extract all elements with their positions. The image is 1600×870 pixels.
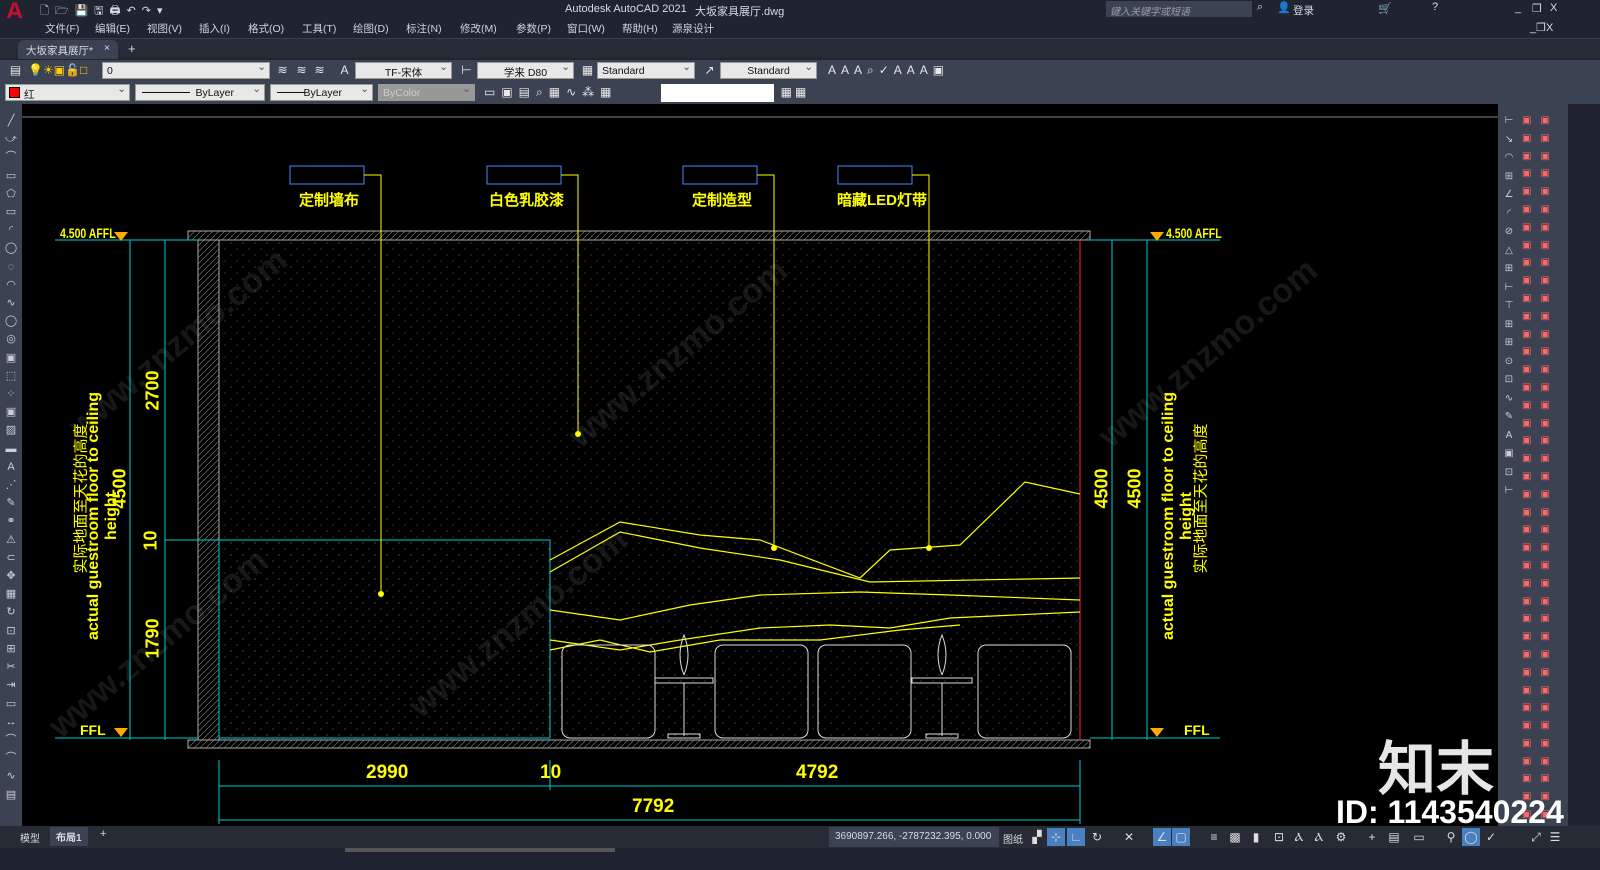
fullscreen-icon[interactable]: ⤢: [1527, 828, 1545, 846]
plus-icon[interactable]: +: [1363, 828, 1381, 846]
horizontal-scrollbar[interactable]: [345, 848, 615, 852]
quick-properties-icon[interactable]: ▤: [1385, 828, 1403, 846]
annotation-monitor-icon[interactable]: ⊡: [1270, 828, 1288, 846]
lineweight-icon[interactable]: ≡: [1205, 828, 1223, 846]
isodraft-icon[interactable]: ✕: [1120, 828, 1138, 846]
coordinates-readout: 3690897.266, -2787232.395, 0.000: [829, 827, 999, 847]
left-wall: [197, 239, 220, 741]
lock-ui-icon[interactable]: ▭: [1410, 828, 1428, 846]
tab-model[interactable]: 模型: [14, 829, 46, 846]
selection-cycling-icon[interactable]: ▮: [1247, 828, 1265, 846]
snap-icon[interactable]: ⊹: [1047, 828, 1065, 846]
isolate-icon[interactable]: ⚲: [1442, 828, 1460, 846]
annotation-visibility-icon[interactable]: Ⲁ: [1290, 828, 1308, 846]
transparency-icon[interactable]: ▩: [1226, 828, 1244, 846]
dimension-tool-icons[interactable]: ⊢ ↘ ◠ ⊞ ∠ ◜ ⊘ △ ⊞ ⊢ ⊤ ⊞ ⊞ ⊙ ⊡ ∿ ✎ A ▣ ⊡ ⊢: [1501, 112, 1517, 501]
clean-screen-icon[interactable]: ✓: [1482, 828, 1500, 846]
ortho-icon[interactable]: ∟: [1067, 828, 1085, 846]
object-snap-icon[interactable]: ▢: [1172, 828, 1190, 846]
grid-icon[interactable]: ▞: [1028, 828, 1046, 846]
floor-slab: [187, 739, 1091, 749]
customize-menu-icon[interactable]: ☰: [1546, 828, 1564, 846]
elevation-drawing: [22, 116, 1498, 824]
gear-icon[interactable]: ⚙: [1332, 828, 1350, 846]
auto-scale-icon[interactable]: Ⲁ: [1310, 828, 1328, 846]
add-layout-button[interactable]: +: [100, 828, 106, 840]
right-toolbars[interactable]: ⊢ ↘ ◠ ⊞ ∠ ◜ ⊘ △ ⊞ ⊢ ⊤ ⊞ ⊞ ⊙ ⊡ ∿ ✎ A ▣ ⊡ ⊢ ▣▣ ▣▣ ▣▣ ▣▣ ▣▣ ▣▣ ▣▣ ▣▣ ▣▣…: [1498, 104, 1568, 826]
status-bar: 模型 布局1 + 3690897.266, -2787232.395, 0.00…: [0, 826, 1600, 848]
paper-space-button[interactable]: 图纸: [1003, 831, 1023, 846]
plugin-tool-icons[interactable]: ▣▣ ▣▣ ▣▣ ▣▣ ▣▣ ▣▣ ▣▣ ▣▣ ▣▣ ▣▣ ▣▣ ▣▣ ▣▣ ▣▣ ▣▣ ▣▣ ▣▣ ▣▣ ▣▣ ▣▣…: [1522, 112, 1566, 824]
command-line-area[interactable]: [0, 848, 1600, 870]
wall-fabric-panel: [218, 539, 551, 739]
coordinates-value: 3690897.266, -2787232.395, 0.000: [835, 831, 992, 842]
polar-icon[interactable]: ↻: [1088, 828, 1106, 846]
ceiling-slab: [187, 230, 1091, 241]
tab-layout1[interactable]: 布局1: [50, 827, 88, 846]
hardware-acceleration-icon[interactable]: ◯: [1462, 828, 1480, 846]
object-snap-tracking-icon[interactable]: ∠: [1153, 828, 1171, 846]
